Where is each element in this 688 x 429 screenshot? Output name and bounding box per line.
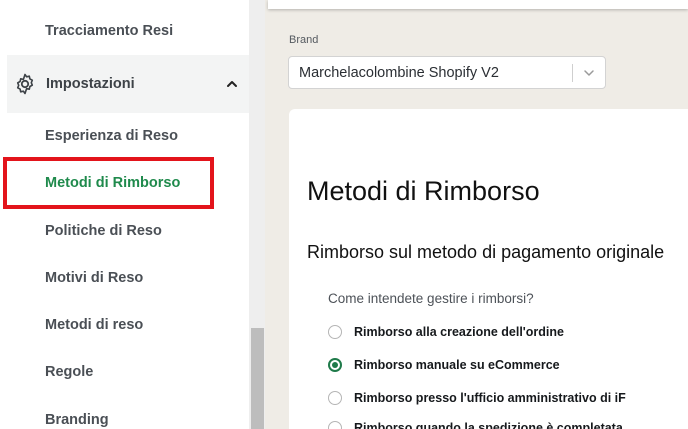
sidebar-item-label: Politiche di Reso [45, 223, 162, 239]
sidebar-section-impostazioni[interactable]: Impostazioni [7, 55, 249, 113]
radio-button[interactable] [328, 421, 342, 429]
refund-question: Come intendete gestire i rimborsi? [328, 291, 534, 306]
sidebar-item-label: Regole [45, 364, 94, 380]
radio-button[interactable] [328, 325, 342, 339]
sidebar-section-label: Impostazioni [46, 76, 135, 92]
sidebar-item-label: Esperienza di Reso [45, 128, 178, 144]
radio-option-creazione-ordine[interactable]: Rimborso alla creazione dell'ordine [328, 322, 564, 342]
sidebar-item-label: Motivi di Reso [45, 270, 144, 286]
radio-option-manuale-ecommerce[interactable]: Rimborso manuale su eCommerce [328, 355, 560, 375]
sidebar-item-label: Tracciamento Resi [45, 23, 174, 39]
settings-card [289, 109, 688, 429]
page-title: Metodi di Rimborso [307, 176, 540, 206]
sidebar-item-metodi-di-rimborso[interactable]: Metodi di Rimborso [0, 163, 249, 203]
sidebar-item-label: Metodi di reso [45, 317, 144, 333]
sidebar-item-motivi-di-reso[interactable]: Motivi di Reso [0, 258, 249, 298]
radio-label: Rimborso presso l'ufficio amministrativo… [354, 391, 626, 405]
radio-option-spedizione-completata[interactable]: Rimborso quando la spedizione è completa… [328, 418, 623, 429]
chevron-down-icon[interactable] [583, 67, 595, 79]
sidebar-item-metodi-di-reso[interactable]: Metodi di reso [0, 305, 249, 345]
sidebar-scrollbar-thumb[interactable] [251, 328, 264, 429]
gear-icon [16, 73, 34, 95]
radio-button[interactable] [328, 391, 342, 405]
sidebar-item-politiche-di-reso[interactable]: Politiche di Reso [0, 211, 249, 251]
brand-select-value: Marchelacolombine Shopify V2 [299, 64, 499, 81]
radio-button-checked[interactable] [328, 358, 342, 372]
radio-label: Rimborso manuale su eCommerce [354, 358, 560, 372]
sidebar: Tracciamento Resi Impostazioni Esperienz… [0, 0, 249, 429]
sidebar-item-branding[interactable]: Branding [0, 400, 249, 429]
sidebar-item-label: Metodi di Rimborso [45, 175, 181, 191]
section-title: Rimborso sul metodo di pagamento origina… [307, 242, 665, 262]
radio-label: Rimborso alla creazione dell'ordine [354, 325, 564, 339]
select-divider [572, 64, 573, 82]
brand-label: Brand [289, 34, 319, 46]
sidebar-item-label: Branding [45, 412, 109, 428]
radio-label: Rimborso quando la spedizione è completa… [354, 421, 623, 429]
radio-option-ufficio-amministrativo[interactable]: Rimborso presso l'ufficio amministrativo… [328, 388, 626, 408]
brand-select[interactable]: Marchelacolombine Shopify V2 [288, 56, 606, 89]
sidebar-item-esperienza-di-reso[interactable]: Esperienza di Reso [0, 116, 249, 156]
top-header-bar [268, 0, 688, 9]
sidebar-item-regole[interactable]: Regole [0, 352, 249, 392]
sidebar-item-tracciamento-resi[interactable]: Tracciamento Resi [0, 11, 249, 51]
chevron-up-icon[interactable] [225, 77, 239, 91]
